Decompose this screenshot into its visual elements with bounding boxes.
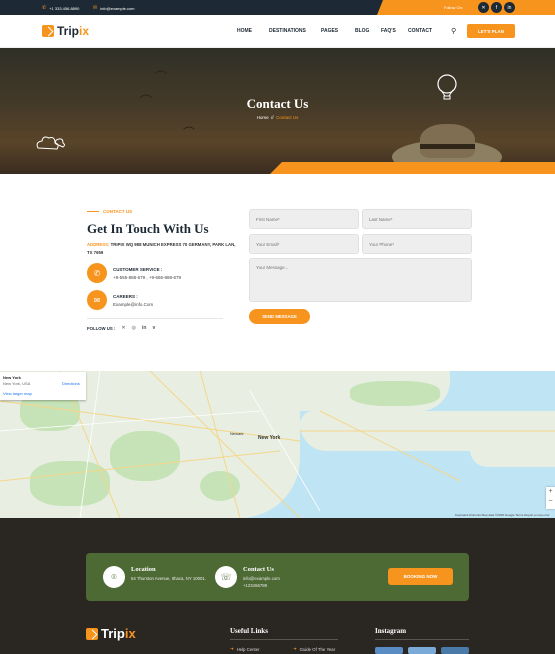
useful-links-heading: Useful Links: [230, 627, 268, 635]
nav-pages[interactable]: PAGES: [321, 28, 338, 34]
page-title: Contact Us: [246, 96, 309, 111]
instagram-thumbnail[interactable]: [441, 647, 469, 654]
phone-field[interactable]: [362, 234, 472, 254]
topbar-phone[interactable]: ✆ +1 333.456.8890: [42, 5, 79, 11]
map-city-label: New York: [258, 435, 281, 441]
x-icon[interactable]: ✕: [478, 2, 489, 13]
nav-faqs[interactable]: FAQ'S: [381, 28, 396, 34]
footer-divider: [375, 639, 469, 640]
nav-blog[interactable]: BLOG: [355, 28, 369, 34]
footer-link-guide[interactable]: ➜ Guide Of The Year: [293, 646, 335, 652]
arrow-right-icon: ➜: [230, 646, 234, 651]
breadcrumb-current: Contact Us: [276, 115, 299, 120]
last-name-field[interactable]: [362, 209, 472, 229]
message-field[interactable]: [249, 258, 472, 302]
instagram-thumbnail[interactable]: [375, 647, 403, 654]
logo-mark-icon: [42, 25, 54, 37]
nav-contact[interactable]: CONTACT: [408, 28, 432, 34]
search-icon[interactable]: ⚲: [451, 27, 456, 35]
footer-divider: [230, 639, 338, 640]
x-icon[interactable]: ✕: [121, 325, 125, 331]
brand-logo[interactable]: Tripix: [42, 24, 89, 38]
page-hero: ⌒ ⌒ ⌒ Contact Us Home // Contact Us: [0, 48, 555, 174]
mail-icon: ✉: [87, 290, 107, 310]
linkedin-icon[interactable]: in: [142, 325, 146, 331]
contact-eyebrow: CONTACT US: [87, 209, 132, 214]
instagram-heading: Instagram: [375, 627, 407, 635]
footer-link-help[interactable]: ➜ Help Center: [230, 646, 260, 652]
lets-plan-button[interactable]: LET'S PLAN: [467, 24, 515, 38]
contact-heading: Get In Touch With Us: [87, 221, 209, 236]
follow-label: Follow On:: [443, 5, 463, 10]
contact-phone[interactable]: +123456789: [243, 582, 267, 589]
view-larger-map-link[interactable]: View larger map: [3, 391, 83, 396]
first-name-field[interactable]: [249, 209, 359, 229]
zoom-in-button[interactable]: +: [546, 487, 555, 497]
logo-mark-icon: [86, 627, 98, 640]
map-place-card: New York New York, USA View larger map D…: [0, 372, 86, 400]
directions-link[interactable]: Directions: [62, 381, 80, 386]
zoom-out-button[interactable]: −: [546, 497, 555, 507]
arrow-right-icon: ➜: [293, 646, 297, 651]
topbar-email[interactable]: ✉ info@example.com: [93, 5, 135, 11]
nav-destinations[interactable]: DESTINATIONS: [269, 28, 306, 34]
breadcrumb: Home // Contact Us: [0, 115, 555, 120]
mail-icon: ✉: [93, 5, 98, 11]
map-zoom-control: + −: [546, 487, 555, 509]
map-attribution: Keyboard shortcuts Map data ©2025 Google…: [455, 513, 550, 517]
nav-home[interactable]: HOME: [237, 28, 252, 34]
breadcrumb-separator: //: [271, 115, 274, 120]
location-pin-icon: ⌾: [103, 566, 125, 588]
contact-email[interactable]: info@example.com: [243, 575, 280, 582]
linkedin-icon[interactable]: in: [504, 2, 515, 13]
location-title: Location: [131, 566, 156, 573]
email-field[interactable]: [249, 234, 359, 254]
send-message-button[interactable]: SEND MESSAGE: [249, 309, 310, 324]
address-text: ADDRESS: TRIPIX WQ 988 MUNICH EXPRESS 70…: [87, 242, 236, 255]
hero-accent-stripe: [270, 162, 555, 174]
customer-service-block: ✆ CUSTOMER SERVICE : +9-555-888-679 , +9…: [87, 263, 181, 283]
eyebrow-line: [87, 211, 99, 212]
phone-icon: ✆: [87, 263, 107, 283]
phone-icon: ☏: [215, 566, 237, 588]
cloud-icon: [36, 136, 65, 150]
main-nav: Tripix HOME DESTINATIONS PAGES BLOG FAQ'…: [0, 15, 555, 48]
footer-brand-logo[interactable]: Tripix: [86, 626, 136, 641]
careers-block: ✉ CAREERS : Example@info.Com: [87, 290, 153, 310]
divider: [87, 318, 223, 319]
facebook-icon[interactable]: f: [491, 2, 502, 13]
contact-title: Contact Us: [243, 566, 274, 573]
booking-now-button[interactable]: BOOKING NOW: [388, 568, 453, 585]
phone-icon: ✆: [42, 5, 47, 11]
map-city-newark: Newark: [230, 431, 244, 436]
location-value: 54 Thurston Avenue, Ithaca, NY 10001.: [131, 576, 207, 581]
topbar-accent: [377, 0, 555, 15]
bird-icon: ⌒: [155, 70, 168, 84]
follow-us: FOLLOW US : ✕ ◎ in v: [87, 325, 156, 331]
top-bar: ✆ +1 333.456.8890 ✉ info@example.com Fol…: [0, 0, 555, 15]
bird-icon: ⌒: [183, 126, 196, 140]
instagram-thumbnail[interactable]: [408, 647, 436, 654]
instagram-icon[interactable]: ◎: [132, 325, 136, 331]
vimeo-icon[interactable]: v: [152, 325, 155, 331]
breadcrumb-home[interactable]: Home: [257, 115, 269, 120]
